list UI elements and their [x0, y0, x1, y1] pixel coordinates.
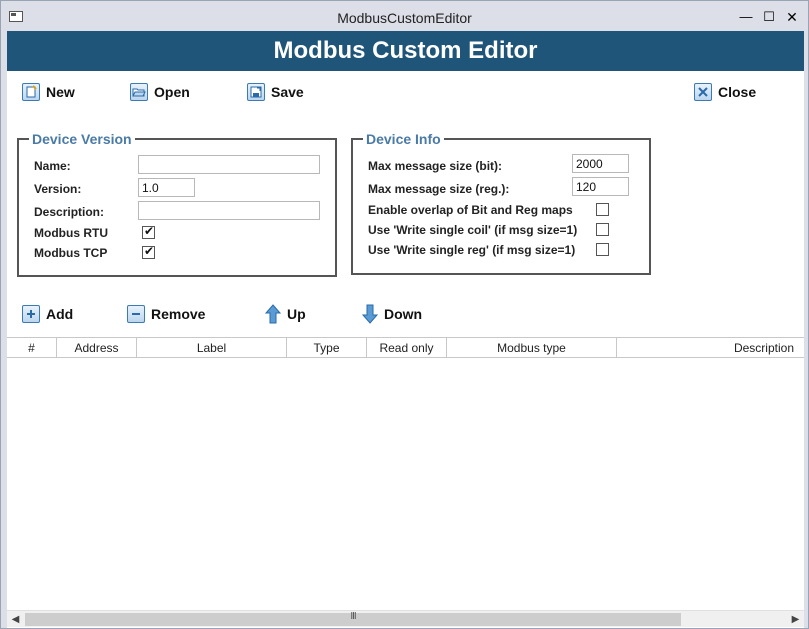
max-reg-field[interactable] [572, 177, 629, 196]
up-label: Up [287, 306, 306, 322]
name-field[interactable] [138, 155, 320, 174]
max-bit-field[interactable] [572, 154, 629, 173]
arrow-down-icon [362, 304, 378, 324]
column-header-type[interactable]: Type [287, 338, 367, 358]
remove-button[interactable]: Remove [127, 303, 205, 325]
open-button[interactable]: Open [130, 81, 190, 103]
scroll-thumb[interactable]: III [25, 611, 681, 626]
modbus-tcp-checkbox[interactable]: ✔ [142, 244, 155, 259]
add-button[interactable]: Add [22, 303, 73, 325]
scroll-grip: III [350, 611, 356, 622]
plus-icon [22, 305, 40, 323]
add-label: Add [46, 306, 74, 322]
down-label: Down [384, 306, 423, 322]
column-header-label[interactable]: Label [137, 338, 287, 358]
window-title: ModbusCustomEditor [337, 10, 472, 26]
close-window-button[interactable]: ✕ [784, 9, 800, 25]
device-version-legend: Device Version [29, 131, 135, 147]
open-label: Open [154, 84, 190, 100]
page-title: Modbus Custom Editor [7, 31, 804, 71]
modbus-tcp-label: Modbus TCP [34, 246, 108, 260]
arrow-up-icon [265, 304, 281, 324]
column-header-modbus-type[interactable]: Modbus type [447, 338, 617, 358]
version-label: Version: [34, 182, 82, 196]
remove-label: Remove [151, 306, 206, 322]
column-header-address[interactable]: Address [57, 338, 137, 358]
single-reg-checkbox[interactable] [596, 243, 609, 256]
max-bit-label: Max message size (bit): [368, 159, 503, 173]
app-window: ModbusCustomEditor — ☐ ✕ Modbus Custom E… [0, 0, 809, 629]
overlap-label: Enable overlap of Bit and Reg maps [368, 203, 573, 217]
column-header-description[interactable]: Description [617, 338, 804, 358]
device-info-legend: Device Info [363, 131, 444, 147]
scroll-left-icon[interactable]: ◀ [7, 611, 24, 628]
new-label: New [46, 84, 75, 100]
maximize-button[interactable]: ☐ [761, 9, 777, 25]
save-label: Save [271, 84, 304, 100]
close-label: Close [718, 84, 757, 100]
down-button[interactable]: Down [362, 303, 422, 325]
table-header: # Address Label Type Read only Modbus ty… [7, 337, 804, 358]
column-header-read-only[interactable]: Read only [367, 338, 447, 358]
single-coil-label: Use 'Write single coil' (if msg size=1) [368, 223, 578, 237]
minimize-button[interactable]: — [738, 9, 754, 25]
save-icon [247, 83, 265, 101]
modbus-rtu-label: Modbus RTU [34, 226, 108, 240]
name-label: Name: [34, 159, 71, 173]
single-coil-checkbox[interactable] [596, 223, 609, 236]
minus-icon [127, 305, 145, 323]
single-reg-label: Use 'Write single reg' (if msg size=1) [368, 243, 576, 257]
checkmark-icon: ✔ [144, 224, 155, 238]
close-button[interactable]: Close [694, 81, 756, 103]
table-body[interactable] [7, 358, 804, 610]
scroll-right-icon[interactable]: ▶ [787, 611, 804, 628]
close-icon [694, 83, 712, 101]
save-button[interactable]: Save [247, 81, 304, 103]
horizontal-scrollbar[interactable]: ◀ III ▶ [7, 610, 804, 627]
up-button[interactable]: Up [265, 303, 306, 325]
modbus-rtu-checkbox[interactable]: ✔ [142, 224, 155, 239]
overlap-checkbox[interactable] [596, 203, 609, 216]
version-field[interactable] [138, 178, 195, 197]
column-header-index[interactable]: # [7, 338, 57, 358]
device-info-group: Device Info Max message size (bit): Max … [351, 131, 651, 275]
description-field[interactable] [138, 201, 320, 220]
new-button[interactable]: New [22, 81, 75, 103]
max-reg-label: Max message size (reg.): [368, 182, 510, 196]
device-version-group: Device Version Name: Version: Descriptio… [17, 131, 337, 277]
folder-open-icon [130, 83, 148, 101]
main-content: Modbus Custom Editor New Open Save Close [7, 31, 804, 628]
new-file-icon [22, 83, 40, 101]
checkmark-icon: ✔ [144, 244, 155, 258]
description-label: Description: [34, 205, 105, 219]
title-bar[interactable]: ModbusCustomEditor — ☐ ✕ [1, 1, 808, 31]
